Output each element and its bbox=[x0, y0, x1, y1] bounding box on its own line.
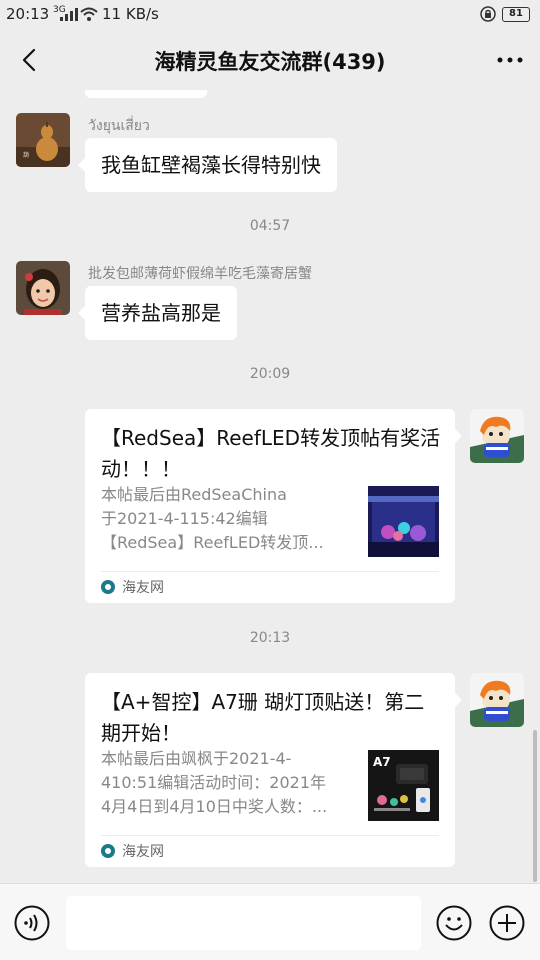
timestamp: 04:57 bbox=[249, 218, 291, 234]
svg-text:葫: 葫 bbox=[23, 151, 29, 159]
source-name: 海友网 bbox=[122, 580, 164, 596]
message-input[interactable] bbox=[66, 896, 421, 950]
status-bar: 20:13 3G 11 KB/s 81 bbox=[0, 0, 540, 30]
card-title: 【RedSea】ReefLED转发顶帖有奖活动！！！ bbox=[101, 426, 441, 481]
status-time: 20:13 bbox=[6, 5, 50, 23]
chat-title: 海精灵鱼友交流群(439) bbox=[154, 50, 386, 74]
sender-name: วังยุนเสี่ยว bbox=[88, 118, 150, 134]
timestamp: 20:09 bbox=[249, 366, 291, 382]
avatar[interactable] bbox=[470, 673, 524, 727]
card-thumbnail bbox=[368, 486, 439, 557]
battery-level: 81 bbox=[502, 7, 530, 22]
message-bubble[interactable]: 我鱼缸壁褐藻长得特别快 bbox=[78, 138, 337, 192]
thumbnail-label: A7 bbox=[373, 755, 391, 769]
source-logo-icon bbox=[101, 844, 115, 858]
message-list[interactable]: 葫 วังยุนเสี่ยว 我鱼缸壁褐藻长得特别快 04:57 批发包邮薄荷虾… bbox=[0, 90, 540, 883]
message-bubble[interactable]: 营养盐高那是 bbox=[78, 286, 237, 340]
avatar[interactable] bbox=[16, 261, 70, 315]
card-thumbnail: A7 bbox=[368, 750, 439, 821]
avatar[interactable] bbox=[470, 409, 524, 463]
source-logo-icon bbox=[101, 580, 115, 594]
card-source: 海友网 bbox=[101, 577, 164, 597]
previous-message-bubble[interactable] bbox=[85, 90, 207, 98]
net-speed: 11 KB/s bbox=[102, 5, 159, 23]
link-card[interactable]: 【RedSea】ReefLED转发顶帖有奖活动！！！ 本帖最后由RedSeaCh… bbox=[85, 409, 462, 603]
card-divider bbox=[101, 835, 439, 836]
wifi-icon bbox=[80, 7, 98, 21]
rotation-lock-icon bbox=[480, 6, 496, 22]
signal-icon bbox=[60, 8, 78, 21]
timestamp: 20:13 bbox=[249, 630, 291, 646]
sender-name: 批发包邮薄荷虾假绵羊吃毛藻寄居蟹 bbox=[88, 266, 312, 282]
card-title: 【A+智控】A7珊 瑚灯顶贴送！第二期开始！ bbox=[101, 690, 425, 745]
scrollbar[interactable] bbox=[533, 730, 537, 882]
more-dots-icon[interactable] bbox=[494, 44, 526, 76]
chat-header: 海精灵鱼友交流群(439) bbox=[0, 30, 540, 90]
card-source: 海友网 bbox=[101, 841, 164, 861]
link-card[interactable]: 【A+智控】A7珊 瑚灯顶贴送！第二期开始！ 本帖最后由飒枫于2021-4- 4… bbox=[85, 673, 462, 867]
voice-icon[interactable] bbox=[14, 905, 50, 941]
card-description: 本帖最后由飒枫于2021-4- 410:51编辑活动时间：2021年 4月4日到… bbox=[101, 749, 328, 816]
avatar[interactable]: 葫 bbox=[16, 113, 70, 167]
card-divider bbox=[101, 571, 439, 572]
card-description: 本帖最后由RedSeaChina 于2021-4-115:42编辑 【RedSe… bbox=[101, 485, 324, 552]
input-bar bbox=[0, 883, 540, 960]
emoji-icon[interactable] bbox=[436, 905, 472, 941]
source-name: 海友网 bbox=[122, 844, 164, 860]
plus-icon[interactable] bbox=[489, 905, 525, 941]
